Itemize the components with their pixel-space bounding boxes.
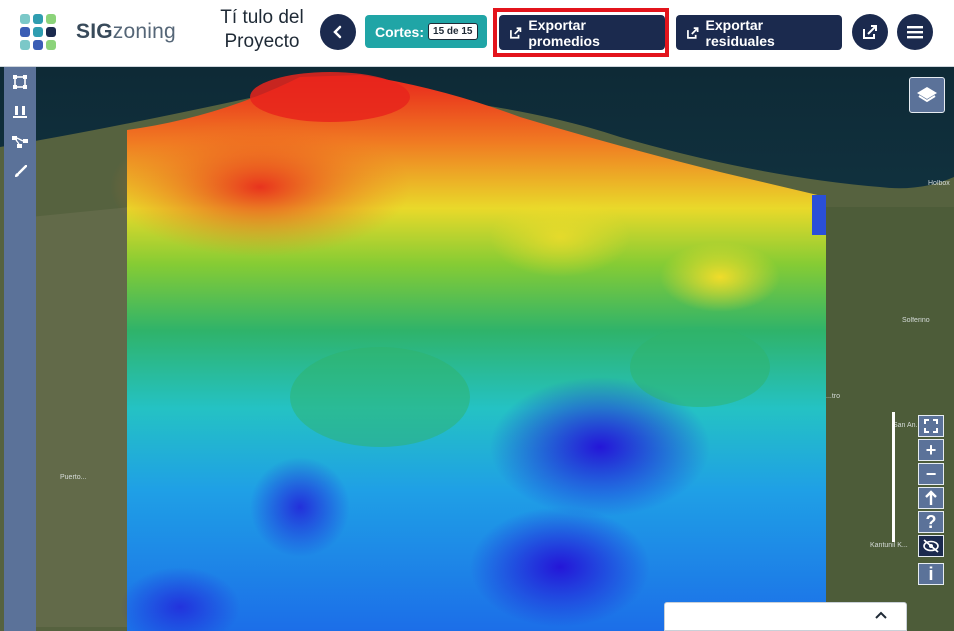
map-label-kantunil: Kantunil K... — [870, 542, 908, 549]
left-toolbar — [4, 67, 36, 631]
flask-icon — [13, 106, 27, 118]
network-tool[interactable] — [6, 127, 34, 157]
bottom-collapsed-panel[interactable] — [664, 602, 907, 631]
cortes-count-badge: 15 de 15 — [428, 23, 478, 40]
map-label-puerto: Puerto... — [60, 474, 87, 481]
toggle-visibility-button[interactable] — [918, 535, 944, 557]
polygon-select-icon — [13, 75, 27, 89]
export-residuals-button[interactable]: Exportar residuales — [676, 15, 842, 50]
app-logo — [18, 12, 62, 54]
info-button[interactable]: i — [918, 563, 944, 585]
cortes-label: Cortes: — [375, 23, 425, 40]
polygon-select-tool[interactable] — [6, 67, 34, 97]
reset-north-button[interactable] — [918, 487, 944, 509]
sample-tool[interactable] — [6, 97, 34, 127]
share-button[interactable] — [852, 14, 888, 50]
brush-tool[interactable] — [6, 157, 34, 187]
share-icon — [863, 25, 877, 39]
export-averages-button[interactable]: Exportar promedios — [499, 15, 665, 50]
back-button[interactable] — [320, 14, 356, 50]
chevron-up-icon[interactable] — [874, 609, 888, 623]
map-label-solferino: Solferino — [902, 317, 930, 324]
hamburger-menu-icon — [907, 26, 923, 39]
fullscreen-button[interactable] — [918, 415, 944, 437]
map-canvas — [0, 67, 954, 631]
top-header: SIGzoning Tí tulo del Proyecto Cortes: 1… — [0, 0, 954, 67]
map-label-rio: ...tro — [826, 393, 841, 400]
brush-icon — [15, 165, 27, 177]
project-title: Tí tulo del Proyecto — [220, 7, 304, 52]
cortes-button[interactable]: Cortes: 15 de 15 — [365, 15, 487, 48]
help-button[interactable]: ? — [918, 511, 944, 533]
layers-icon — [917, 87, 937, 103]
zoom-out-button[interactable]: − — [918, 463, 944, 485]
eye-off-icon — [923, 539, 939, 553]
map-label-holbox: Holbox — [928, 180, 950, 187]
chevron-left-icon — [333, 25, 342, 39]
map-view[interactable]: Holbox Solferino San An... Kantunil K...… — [0, 67, 954, 631]
menu-button[interactable] — [897, 14, 933, 50]
export-icon — [510, 26, 522, 39]
export-icon — [687, 26, 699, 39]
arrow-up-icon — [925, 490, 937, 505]
brand-name: SIGzoning — [76, 20, 176, 43]
zoom-in-button[interactable]: + — [918, 439, 944, 461]
network-icon — [12, 136, 28, 148]
export-averages-label: Exportar promedios — [528, 16, 600, 49]
scale-bar — [892, 412, 895, 542]
fullscreen-icon — [924, 419, 938, 433]
export-residuals-label: Exportar residuales — [705, 16, 775, 49]
layers-button[interactable] — [909, 77, 945, 113]
